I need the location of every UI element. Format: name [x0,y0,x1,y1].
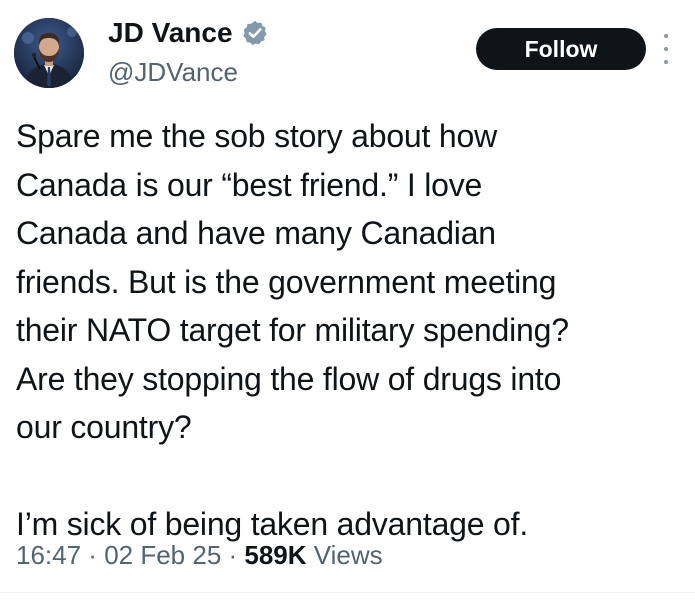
tweet-line: their NATO target for military spending? [16,312,569,348]
avatar-photo [14,18,84,88]
meta-separator: · [221,540,245,570]
tweet-date[interactable]: 02 Feb 25 [104,540,221,570]
tweet-line: Canada and have many Canadian [16,215,496,251]
tweet-line: Canada is our “best friend.” I love [16,166,483,203]
divider [0,592,695,593]
tweet-line: Are they stopping the flow of drugs into [16,360,562,397]
more-options-icon[interactable] [661,34,671,64]
author-handle[interactable]: @JDVance [108,56,238,88]
tweet-paragraph: Spare me the sob story about how Canada … [16,112,686,452]
verified-badge-icon[interactable] [241,19,269,47]
tweet-header: JD Vance @JDVance Follow [0,0,695,100]
tweet-meta: 16:47 · 02 Feb 25 · 589K Views [16,538,383,572]
avatar[interactable] [14,18,84,88]
follow-button[interactable]: Follow [476,28,646,70]
tweet-line: friends. But is the government meeting [16,263,557,300]
views-label[interactable]: Views [307,540,383,570]
more-dot-icon [664,34,668,38]
more-dot-icon [664,60,668,64]
more-dot-icon [664,47,668,51]
author-display-name[interactable]: JD Vance [108,16,233,50]
tweet-card: JD Vance @JDVance Follow Spare me the so… [0,0,695,600]
tweet-time[interactable]: 16:47 [16,540,81,570]
tweet-line: our country? [16,409,192,445]
tweet-text: Spare me the sob story about how Canada … [16,112,686,549]
views-count[interactable]: 589K [244,540,306,570]
tweet-line: Spare me the sob story about how [16,118,497,154]
author-name-row: JD Vance [108,16,269,50]
meta-separator: · [81,540,105,570]
